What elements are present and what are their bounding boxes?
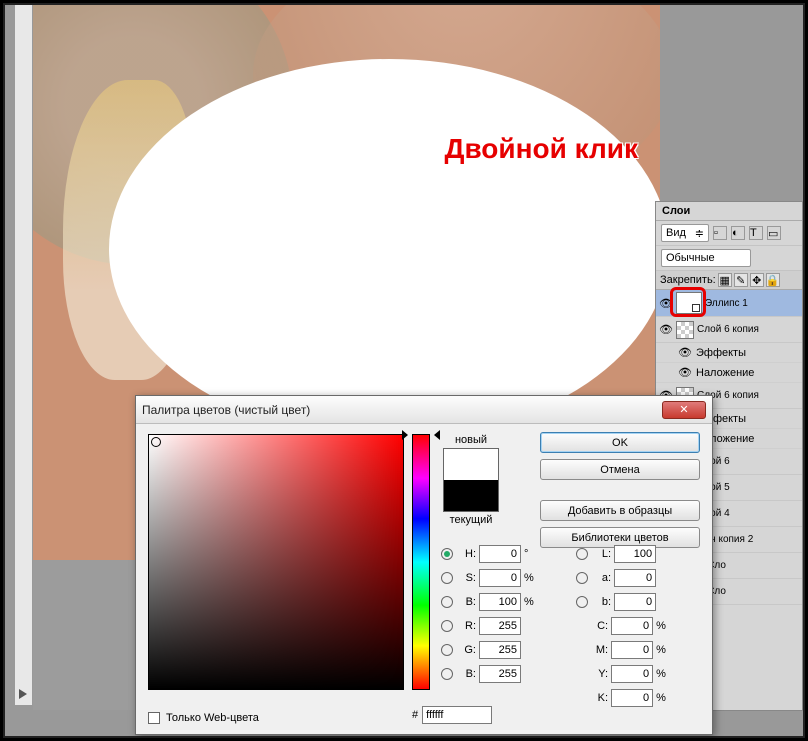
label-l: L: — [591, 548, 611, 560]
label-lab-b: b: — [591, 596, 611, 608]
layer-ellipse-1[interactable]: 👁 Эллипс 1 — [656, 290, 802, 317]
label-a: a: — [591, 572, 611, 584]
white-ellipse-shape — [109, 59, 660, 439]
radio-g[interactable] — [441, 644, 453, 656]
label-b-hsb: B: — [456, 596, 476, 608]
label-r: R: — [456, 620, 476, 632]
play-marker-icon — [19, 689, 27, 699]
app-frame: Двойной клик Слои Вид ≑ ▫ ◐ T ▭ Обычные … — [3, 3, 805, 738]
color-field[interactable] — [148, 434, 404, 690]
visibility-eye-icon[interactable]: 👁 — [659, 323, 673, 337]
layer-copy-6a[interactable]: 👁 Слой 6 копия — [656, 317, 802, 343]
input-g[interactable] — [479, 641, 521, 659]
label-g: G: — [456, 644, 476, 656]
label-k: K: — [576, 692, 608, 704]
input-y[interactable] — [611, 665, 653, 683]
hex-input[interactable] — [422, 706, 492, 724]
current-color-swatch[interactable] — [444, 480, 498, 511]
web-only-checkbox[interactable] — [148, 712, 160, 724]
filter-pixel-icon[interactable]: ▫ — [713, 226, 727, 240]
picker-cursor-icon — [151, 437, 161, 447]
layer-thumbnail[interactable] — [676, 292, 702, 314]
label-h: H: — [456, 548, 476, 560]
layer-thumbnail[interactable] — [676, 321, 694, 339]
input-s[interactable] — [479, 569, 521, 587]
hue-slider[interactable] — [412, 434, 430, 690]
input-h[interactable] — [479, 545, 521, 563]
label-s: S: — [456, 572, 476, 584]
cancel-button[interactable]: Отмена — [540, 459, 700, 480]
blend-mode-select[interactable]: Обычные — [661, 249, 751, 267]
filter-type-icon[interactable]: T — [749, 226, 763, 240]
new-color-swatch — [444, 449, 498, 480]
hue-slider-thumb-icon[interactable] — [406, 430, 436, 440]
radio-b-hsb[interactable] — [441, 596, 453, 608]
add-to-swatches-button[interactable]: Добавить в образцы — [540, 500, 700, 521]
filter-adjust-icon[interactable]: ◐ — [731, 226, 745, 240]
label-m: M: — [576, 644, 608, 656]
layers-tab[interactable]: Слои — [656, 202, 802, 221]
visibility-eye-icon[interactable]: 👁 — [678, 346, 692, 360]
label-c: C: — [576, 620, 608, 632]
input-l[interactable] — [614, 545, 656, 563]
layer-effect-overlay[interactable]: 👁 Наложение — [656, 363, 802, 383]
visibility-eye-icon[interactable]: 👁 — [659, 296, 673, 310]
radio-a[interactable] — [576, 572, 588, 584]
dialog-titlebar[interactable]: Палитра цветов (чистый цвет) ✕ — [136, 396, 712, 424]
label-y: Y: — [576, 668, 608, 680]
lock-row: Закрепить: ▦ ✎ ✥ 🔒 — [656, 271, 802, 290]
radio-l[interactable] — [576, 548, 588, 560]
lock-transparency-icon[interactable]: ▦ — [718, 273, 732, 287]
input-b-hsb[interactable] — [479, 593, 521, 611]
layer-kind-select[interactable]: Вид ≑ — [661, 224, 709, 242]
input-m[interactable] — [611, 641, 653, 659]
color-inputs: H: ° S: % B: % — [441, 542, 701, 710]
label-b-rgb: B: — [456, 668, 476, 680]
hex-hash-icon: # — [412, 709, 418, 721]
input-a[interactable] — [614, 569, 656, 587]
input-lab-b[interactable] — [614, 593, 656, 611]
input-b-rgb[interactable] — [479, 665, 521, 683]
color-picker-dialog: Палитра цветов (чистый цвет) ✕ новый тек… — [135, 395, 713, 735]
radio-h[interactable] — [441, 548, 453, 560]
input-r[interactable] — [479, 617, 521, 635]
lock-position-icon[interactable]: ✥ — [750, 273, 764, 287]
radio-r[interactable] — [441, 620, 453, 632]
left-ruler — [15, 5, 33, 705]
lock-all-icon[interactable]: 🔒 — [766, 273, 780, 287]
input-c[interactable] — [611, 617, 653, 635]
new-color-label: новый — [441, 434, 501, 446]
annotation-double-click: Двойной клик — [445, 133, 638, 165]
visibility-eye-icon[interactable]: 👁 — [678, 366, 692, 380]
radio-s[interactable] — [441, 572, 453, 584]
hex-row: # — [412, 706, 492, 724]
web-colors-only[interactable]: Только Web-цвета — [148, 712, 259, 724]
current-color-label: текущий — [441, 514, 501, 526]
lock-pixels-icon[interactable]: ✎ — [734, 273, 748, 287]
radio-lab-b[interactable] — [576, 596, 588, 608]
dialog-title: Палитра цветов (чистый цвет) — [142, 403, 662, 417]
swatch-preview: новый текущий — [441, 434, 501, 526]
ok-button[interactable]: OK — [540, 432, 700, 453]
radio-b-rgb[interactable] — [441, 668, 453, 680]
close-button[interactable]: ✕ — [662, 401, 706, 419]
web-only-label: Только Web-цвета — [166, 712, 259, 724]
layer-effects-row[interactable]: 👁 Эффекты — [656, 343, 802, 363]
input-k[interactable] — [611, 689, 653, 707]
filter-shape-icon[interactable]: ▭ — [767, 226, 781, 240]
